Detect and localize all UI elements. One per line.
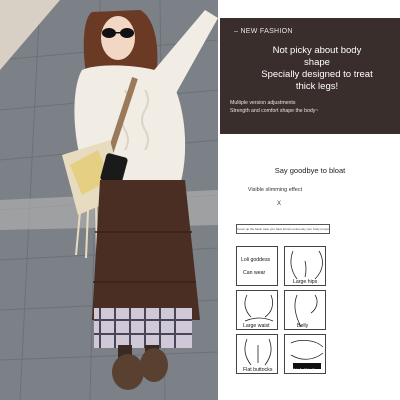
cell-label: Flat buttocks bbox=[243, 367, 273, 373]
body-shape-cell-waist: Large waist bbox=[236, 290, 278, 330]
banner-subtext: Multiple version adjustments Strength an… bbox=[230, 99, 390, 115]
sub-line-1: Multiple version adjustments bbox=[230, 100, 296, 106]
body-shape-cell-thighs: thick thighs bbox=[284, 334, 326, 374]
cell-label: Large hips bbox=[293, 279, 318, 285]
cell-label-line-1: Loli goddess bbox=[241, 257, 271, 263]
cell-label: Belly bbox=[297, 323, 309, 329]
headline-line-4: thick legs! bbox=[295, 81, 339, 92]
cell-label: thick thighs bbox=[292, 368, 318, 374]
body-shape-cell-hips: Large hips bbox=[284, 246, 326, 286]
slimming-title: Say goodbye to bloat bbox=[274, 166, 346, 175]
banner-tag: – NEW FASHION bbox=[234, 28, 293, 35]
cell-label: Large waist bbox=[243, 323, 270, 329]
headline-line-3: Specially designed to treat bbox=[261, 69, 373, 80]
x-mark: X bbox=[276, 201, 281, 207]
body-shape-cell-buttocks: Flat buttocks bbox=[236, 334, 278, 374]
fashion-banner: – NEW FASHION Not picky about body shape… bbox=[220, 18, 400, 134]
body-shape-cell-loli: Loli goddess Can wear bbox=[236, 246, 278, 286]
product-photo bbox=[0, 0, 218, 400]
model-photo-illustration bbox=[0, 0, 218, 400]
sub-line-2: Strength and comfort shape the body~ bbox=[230, 108, 319, 114]
headline-line-1: Not picky about body bbox=[272, 45, 362, 56]
headline-line-2: shape bbox=[304, 57, 330, 68]
slimming-subtitle: Visible slimming effect bbox=[247, 187, 303, 193]
banner-headline: Not picky about body shape Specially des… bbox=[230, 45, 390, 93]
cell-label-line-2: Can wear bbox=[243, 270, 266, 276]
body-shape-cell-belly: Belly bbox=[284, 290, 326, 330]
proportion-note: Cover up the basic case you have known e… bbox=[236, 224, 330, 234]
